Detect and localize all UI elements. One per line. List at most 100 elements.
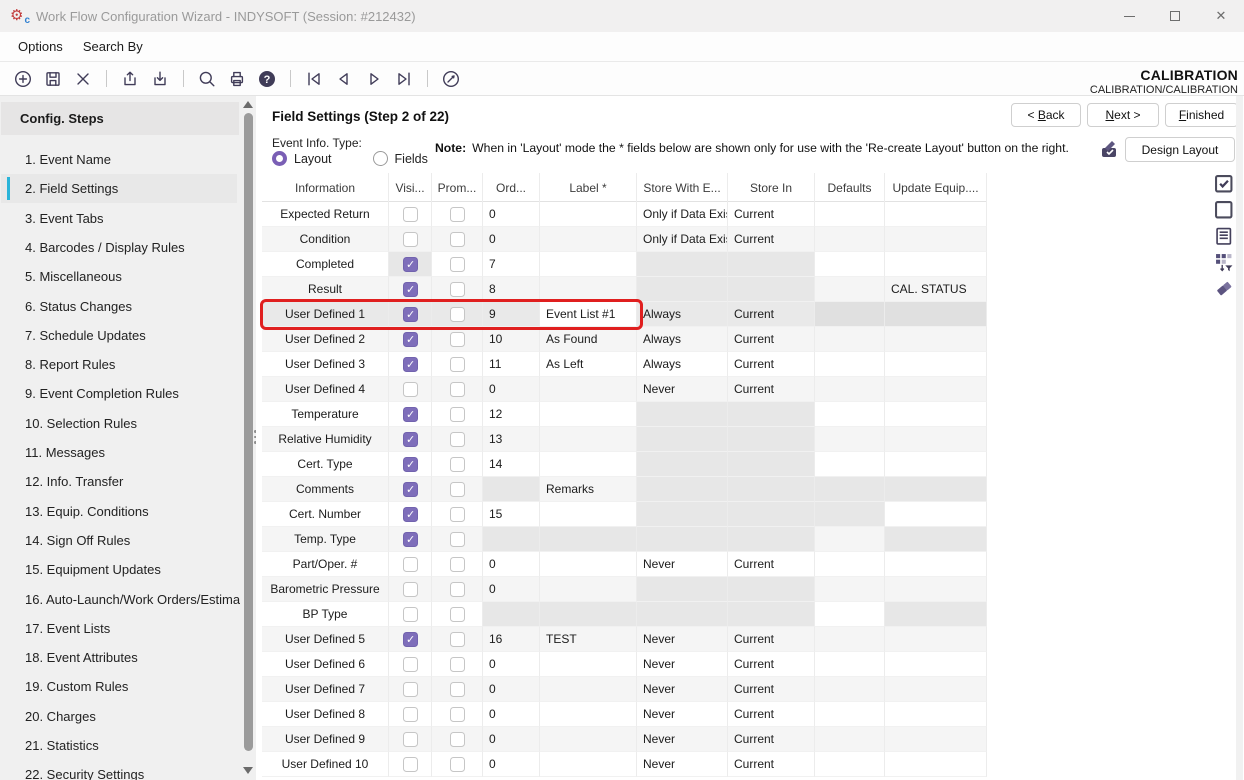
update-equip-cell[interactable]: [885, 377, 987, 402]
visible-checkbox[interactable]: [403, 207, 418, 222]
help-icon[interactable]: ?: [254, 66, 280, 92]
row-info-cell[interactable]: BP Type: [262, 602, 389, 627]
order-cell[interactable]: 0: [483, 677, 540, 702]
visible-checkbox-cell[interactable]: [389, 577, 432, 602]
store-in-cell[interactable]: Current: [728, 627, 815, 652]
sidebar-item-step-17[interactable]: 17. Event Lists: [1, 614, 237, 643]
table-row[interactable]: Barometric Pressure0: [262, 577, 987, 602]
label-cell[interactable]: [540, 552, 637, 577]
update-equip-cell[interactable]: [885, 577, 987, 602]
defaults-cell[interactable]: [815, 252, 885, 277]
sidebar-item-step-3[interactable]: 3. Event Tabs: [1, 204, 237, 233]
row-info-cell[interactable]: User Defined 8: [262, 702, 389, 727]
prompt-checkbox-cell[interactable]: [432, 252, 483, 277]
row-info-cell[interactable]: Temperature: [262, 402, 389, 427]
store-in-cell[interactable]: Current: [728, 652, 815, 677]
prompt-checkbox[interactable]: [450, 657, 465, 672]
row-info-cell[interactable]: User Defined 9: [262, 727, 389, 752]
store-in-cell[interactable]: Current: [728, 352, 815, 377]
table-row[interactable]: User Defined 40NeverCurrent: [262, 377, 987, 402]
add-icon[interactable]: [10, 66, 36, 92]
table-row[interactable]: BP Type: [262, 602, 987, 627]
sidebar-item-step-2[interactable]: 2. Field Settings: [1, 174, 237, 203]
row-info-cell[interactable]: Relative Humidity: [262, 427, 389, 452]
sidebar-item-step-13[interactable]: 13. Equip. Conditions: [1, 497, 237, 526]
store-with-cell[interactable]: Only if Data Exist: [637, 202, 728, 227]
prompt-checkbox-cell[interactable]: [432, 702, 483, 727]
defaults-cell[interactable]: [815, 677, 885, 702]
prompt-checkbox[interactable]: [450, 282, 465, 297]
visible-checkbox-cell[interactable]: [389, 352, 432, 377]
store-with-cell[interactable]: Never: [637, 652, 728, 677]
defaults-cell[interactable]: [815, 577, 885, 602]
table-row[interactable]: User Defined 516TESTNeverCurrent: [262, 627, 987, 652]
design-layout-button[interactable]: Design Layout: [1125, 137, 1235, 162]
finished-button[interactable]: Finished: [1165, 103, 1238, 127]
print-icon[interactable]: [224, 66, 250, 92]
prompt-checkbox[interactable]: [450, 307, 465, 322]
label-cell[interactable]: [540, 252, 637, 277]
store-in-cell[interactable]: Current: [728, 552, 815, 577]
recreate-layout-icon[interactable]: [1099, 139, 1121, 161]
sidebar-item-step-12[interactable]: 12. Info. Transfer: [1, 467, 237, 496]
sidebar-item-step-22[interactable]: 22. Security Settings: [1, 760, 237, 780]
visible-checkbox[interactable]: [403, 307, 418, 322]
visible-checkbox[interactable]: [403, 282, 418, 297]
store-in-cell[interactable]: Current: [728, 202, 815, 227]
update-equip-cell[interactable]: [885, 252, 987, 277]
update-equip-cell[interactable]: [885, 227, 987, 252]
order-cell[interactable]: 7: [483, 252, 540, 277]
visible-checkbox[interactable]: [403, 532, 418, 547]
store-in-cell[interactable]: Current: [728, 302, 815, 327]
visible-checkbox-cell[interactable]: [389, 427, 432, 452]
visible-checkbox-cell[interactable]: [389, 277, 432, 302]
visible-checkbox-cell[interactable]: [389, 627, 432, 652]
prompt-checkbox-cell[interactable]: [432, 577, 483, 602]
visible-checkbox-cell[interactable]: [389, 452, 432, 477]
order-cell[interactable]: 0: [483, 377, 540, 402]
prompt-checkbox-cell[interactable]: [432, 452, 483, 477]
label-cell[interactable]: [540, 427, 637, 452]
order-cell[interactable]: 15: [483, 502, 540, 527]
table-row[interactable]: CommentsRemarks: [262, 477, 987, 502]
row-info-cell[interactable]: Part/Oper. #: [262, 552, 389, 577]
store-in-cell[interactable]: Current: [728, 327, 815, 352]
order-cell[interactable]: 0: [483, 652, 540, 677]
prompt-checkbox[interactable]: [450, 432, 465, 447]
defaults-cell[interactable]: [815, 727, 885, 752]
row-info-cell[interactable]: Temp. Type: [262, 527, 389, 552]
table-row[interactable]: Temp. Type: [262, 527, 987, 552]
update-equip-cell[interactable]: [885, 677, 987, 702]
order-cell[interactable]: 0: [483, 552, 540, 577]
store-with-cell[interactable]: Never: [637, 677, 728, 702]
content-scrollbar-track[interactable]: [1236, 96, 1243, 780]
label-cell[interactable]: [540, 377, 637, 402]
order-cell[interactable]: 0: [483, 752, 540, 777]
row-info-cell[interactable]: User Defined 3: [262, 352, 389, 377]
store-with-cell[interactable]: Never: [637, 702, 728, 727]
row-info-cell[interactable]: User Defined 4: [262, 377, 389, 402]
order-cell[interactable]: 10: [483, 327, 540, 352]
prompt-checkbox-cell[interactable]: [432, 227, 483, 252]
label-cell[interactable]: [540, 577, 637, 602]
visible-checkbox-cell[interactable]: [389, 227, 432, 252]
defaults-cell[interactable]: [815, 402, 885, 427]
prompt-checkbox-cell[interactable]: [432, 277, 483, 302]
export-icon[interactable]: [117, 66, 143, 92]
prompt-checkbox-cell[interactable]: [432, 427, 483, 452]
row-info-cell[interactable]: User Defined 2: [262, 327, 389, 352]
menu-search-by[interactable]: Search By: [73, 39, 153, 54]
visible-checkbox-cell[interactable]: [389, 327, 432, 352]
prompt-checkbox-cell[interactable]: [432, 602, 483, 627]
table-row[interactable]: Temperature12: [262, 402, 987, 427]
row-info-cell[interactable]: User Defined 5: [262, 627, 389, 652]
visible-checkbox[interactable]: [403, 232, 418, 247]
table-row[interactable]: Completed7: [262, 252, 987, 277]
visible-checkbox[interactable]: [403, 482, 418, 497]
sidebar-item-step-14[interactable]: 14. Sign Off Rules: [1, 526, 237, 555]
label-cell[interactable]: [540, 227, 637, 252]
sidebar-item-step-7[interactable]: 7. Schedule Updates: [1, 321, 237, 350]
defaults-cell[interactable]: [815, 202, 885, 227]
store-with-cell[interactable]: Never: [637, 552, 728, 577]
prompt-checkbox-cell[interactable]: [432, 677, 483, 702]
